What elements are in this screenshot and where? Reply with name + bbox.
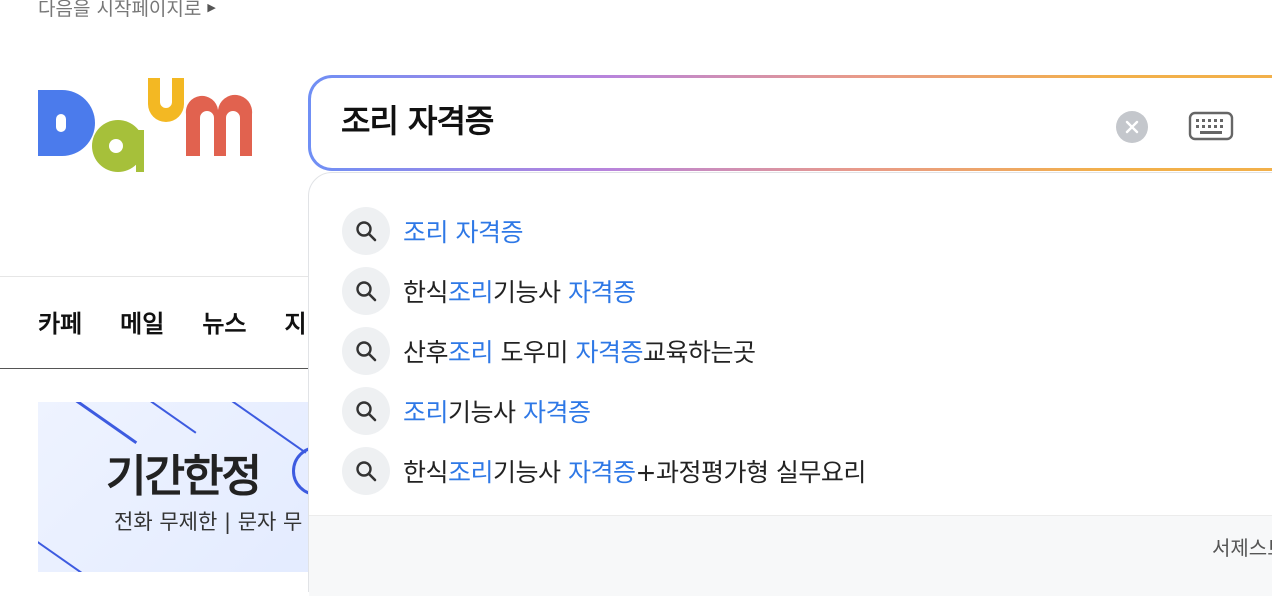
nav-item-mail[interactable]: 메일 bbox=[120, 304, 164, 339]
keyboard-icon[interactable] bbox=[1188, 110, 1234, 142]
suggestion-highlight: 자격증 bbox=[567, 458, 636, 487]
suggestion-segment: 도우미 bbox=[493, 338, 576, 367]
suggestion-highlight: 조리 자격증 bbox=[403, 218, 523, 247]
suggestion-highlight: 자격증 bbox=[567, 278, 636, 307]
service-nav: 카페 메일 뉴스 지 bbox=[38, 304, 307, 339]
clear-search-button[interactable] bbox=[1116, 111, 1148, 143]
suggestion-segment: 교육하는곳 bbox=[642, 338, 756, 367]
suggestion-item[interactable]: 조리기능사 자격증 bbox=[342, 381, 866, 441]
suggestion-highlight: 조리 bbox=[448, 278, 494, 307]
suggestion-segment: 기능사 bbox=[493, 458, 568, 487]
set-start-page-link[interactable]: 다음을 시작페이지로 ▶ bbox=[38, 0, 216, 21]
suggestion-segment: +과정평가형 실무요리 bbox=[635, 458, 867, 487]
suggestion-highlight: 조리 bbox=[403, 398, 449, 427]
banner-title: 기간한정 bbox=[106, 451, 262, 502]
search-icon bbox=[342, 387, 390, 435]
suggestion-segment: 기능사 bbox=[493, 278, 568, 307]
search-icon bbox=[342, 267, 390, 315]
suggestion-text: 조리 자격증 bbox=[403, 213, 523, 249]
daum-logo[interactable] bbox=[36, 74, 272, 174]
suggestion-text: 한식조리기능사 자격증+과정평가형 실무요리 bbox=[403, 453, 866, 489]
suggestion-item[interactable]: 한식조리기능사 자격증+과정평가형 실무요리 bbox=[342, 441, 866, 501]
suggestion-text: 산후조리 도우미 자격증교육하는곳 bbox=[403, 333, 756, 369]
header-divider bbox=[0, 276, 320, 277]
caret-right-icon: ▶ bbox=[207, 1, 216, 14]
banner-subtitle: 전화 무제한 | 문자 무 bbox=[114, 510, 303, 534]
suggestion-dropdown: 조리 자격증 한식조리기능사 자격증 산후조리 도우미 자격증교육하는곳 조리기능사 … bbox=[308, 172, 1272, 596]
promo-banner[interactable]: 기간한정 전화 무제한 | 문자 무 bbox=[38, 402, 328, 572]
suggest-settings-link[interactable]: 서제스트 bbox=[1212, 532, 1272, 561]
suggestion-text: 한식조리기능사 자격증 bbox=[403, 273, 636, 309]
search-icon bbox=[342, 327, 390, 375]
search-box bbox=[308, 75, 1272, 171]
close-icon bbox=[1125, 120, 1139, 134]
nav-item-news[interactable]: 뉴스 bbox=[202, 304, 246, 339]
suggestion-segment: 한식 bbox=[403, 458, 449, 487]
suggestion-highlight: 자격증 bbox=[575, 338, 643, 367]
suggestion-text: 조리기능사 자격증 bbox=[403, 393, 591, 429]
suggestion-footer: 서제스트 bbox=[309, 515, 1272, 596]
nav-item-cafe[interactable]: 카페 bbox=[38, 304, 82, 339]
search-input[interactable] bbox=[341, 100, 1041, 138]
start-page-label: 다음을 시작페이지로 bbox=[38, 0, 202, 20]
suggestion-segment: 산후 bbox=[403, 338, 449, 367]
suggestion-highlight: 자격증 bbox=[522, 398, 591, 427]
suggestion-segment: 한식 bbox=[403, 278, 449, 307]
search-icon bbox=[342, 207, 390, 255]
suggestion-list: 조리 자격증 한식조리기능사 자격증 산후조리 도우미 자격증교육하는곳 조리기능사 … bbox=[342, 201, 866, 501]
suggestion-item[interactable]: 산후조리 도우미 자격증교육하는곳 bbox=[342, 321, 866, 381]
suggestion-highlight: 조리 bbox=[448, 338, 494, 367]
suggestion-item[interactable]: 한식조리기능사 자격증 bbox=[342, 261, 866, 321]
suggestion-highlight: 조리 bbox=[448, 458, 494, 487]
nav-divider bbox=[0, 368, 320, 369]
suggestion-item[interactable]: 조리 자격증 bbox=[342, 201, 866, 261]
suggestion-segment: 기능사 bbox=[448, 398, 523, 427]
nav-item-partial[interactable]: 지 bbox=[285, 304, 307, 339]
search-icon bbox=[342, 447, 390, 495]
